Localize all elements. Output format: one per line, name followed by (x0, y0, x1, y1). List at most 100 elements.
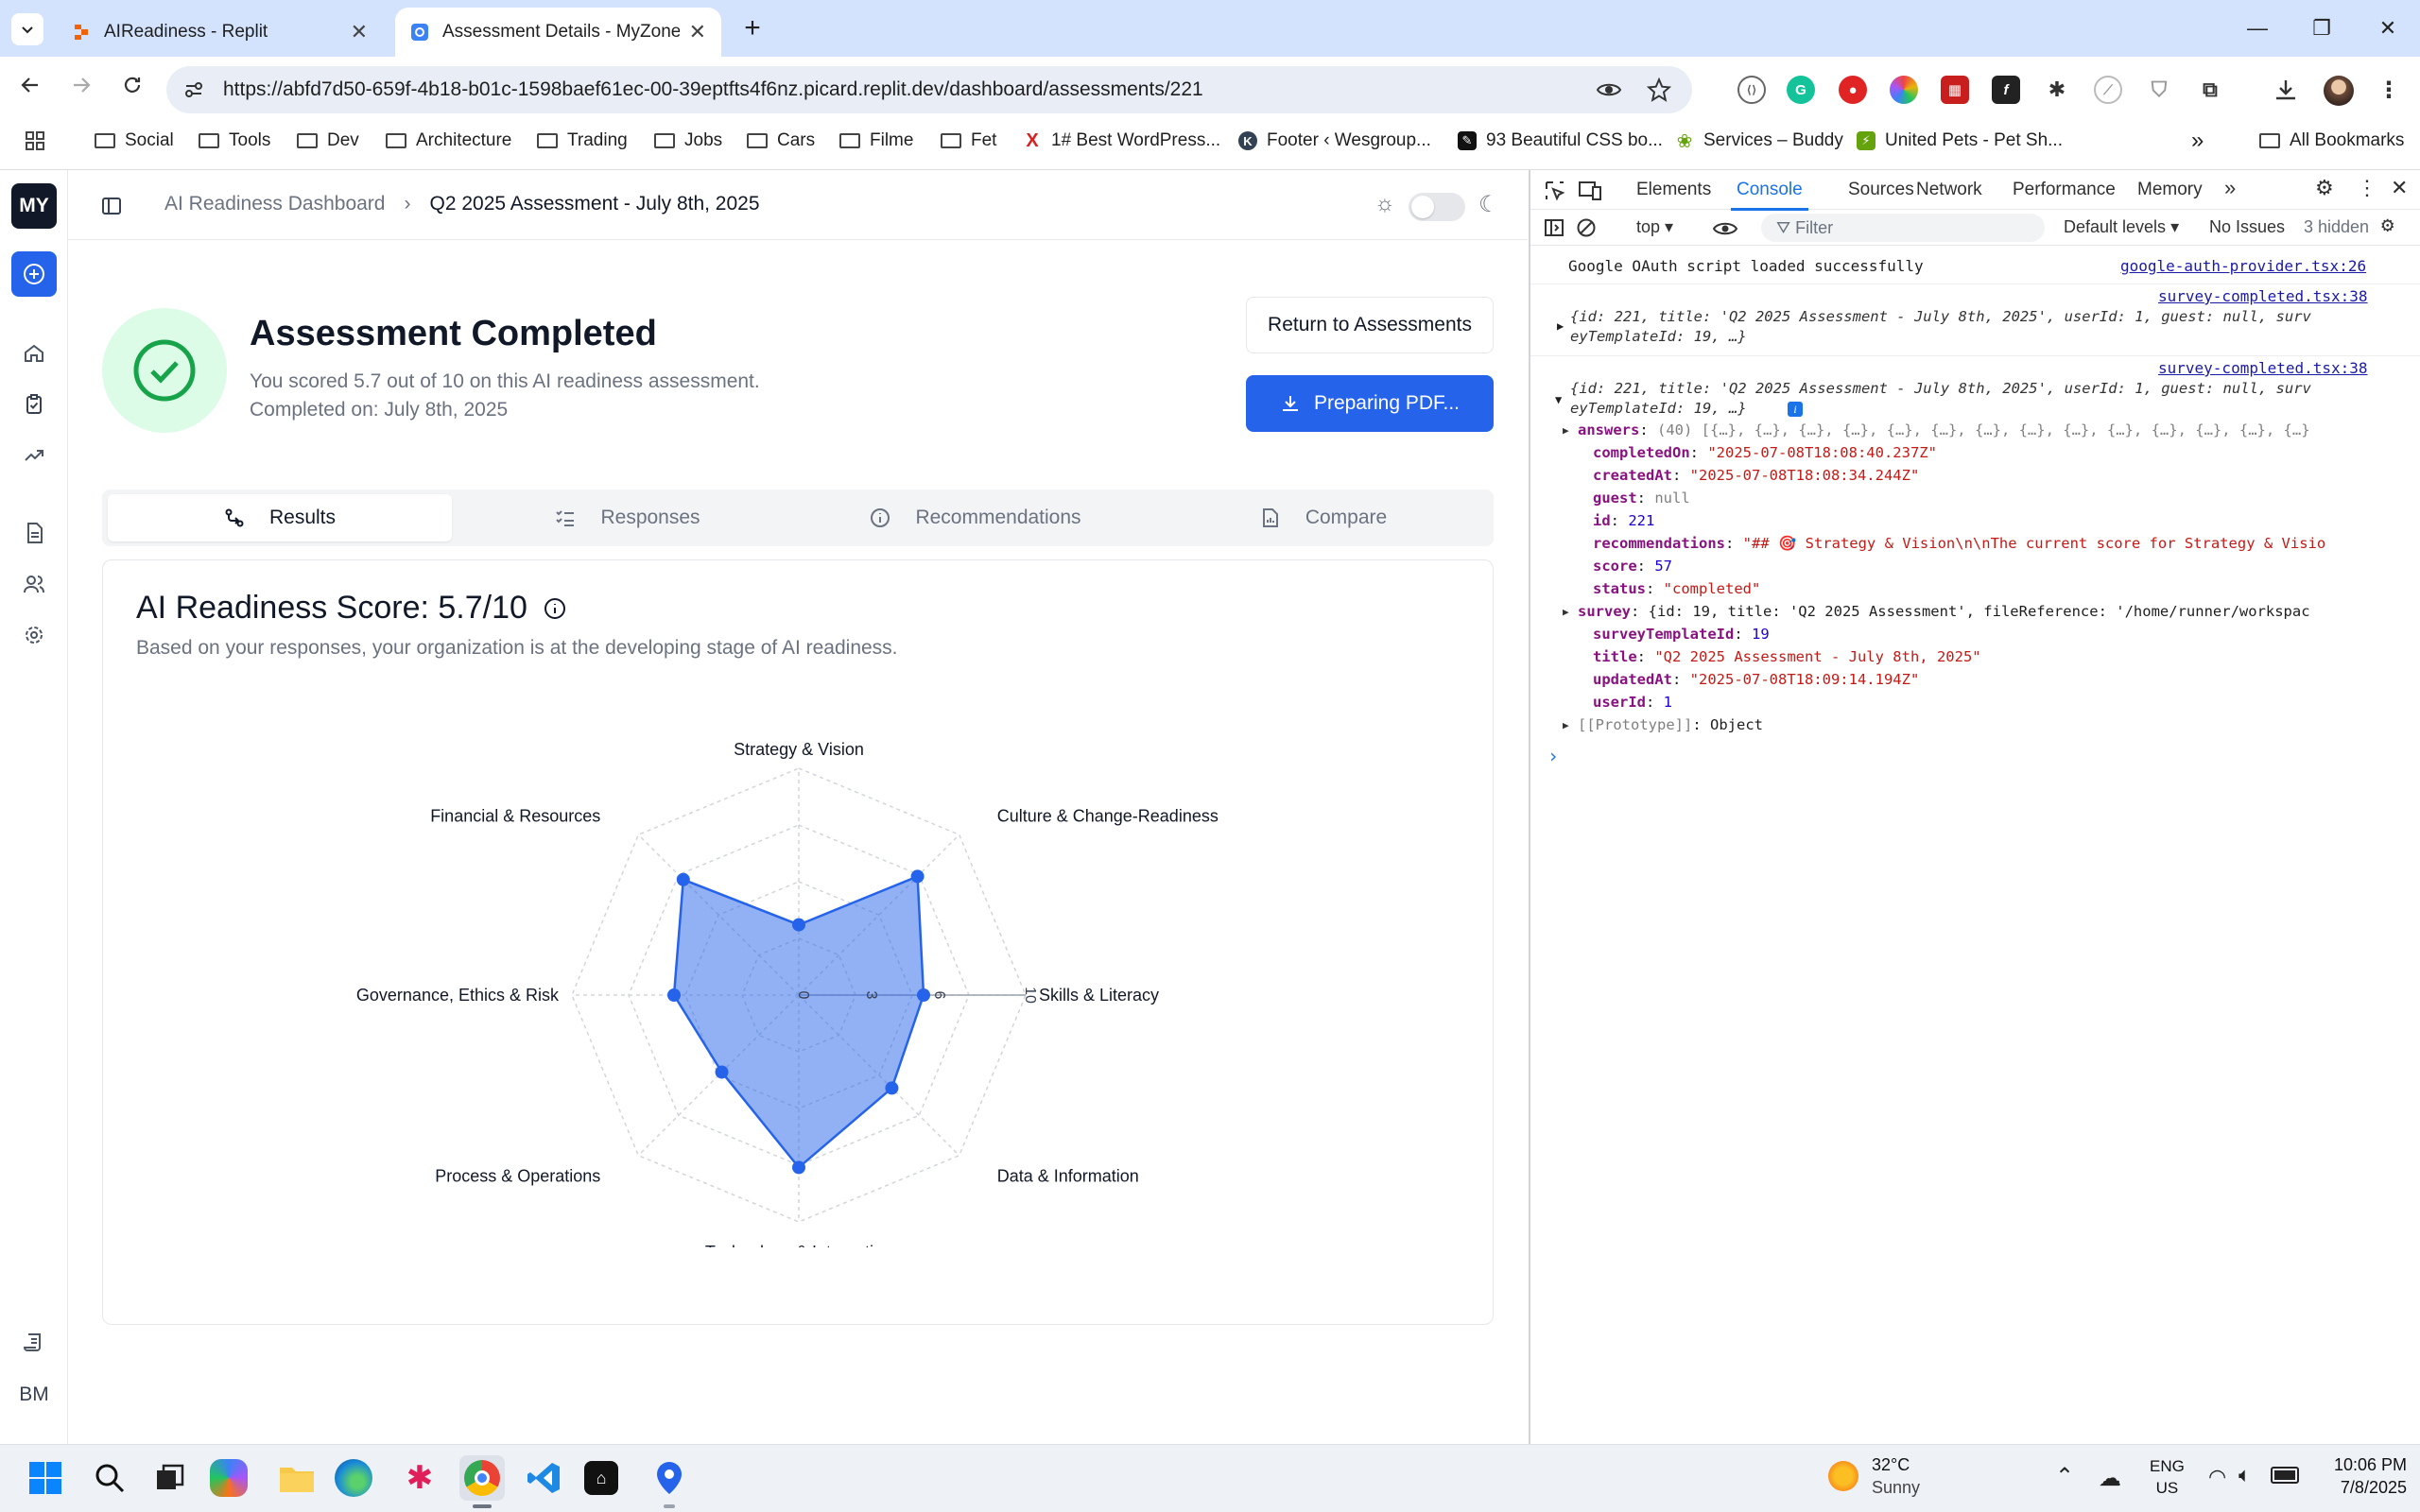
close-tab-icon[interactable]: ✕ (351, 20, 368, 44)
bookmark-star-icon[interactable] (1647, 77, 1671, 102)
devtools-settings-icon[interactable]: ⚙ (2315, 176, 2334, 200)
log-source-link[interactable]: survey-completed.tsx:38 (2158, 287, 2368, 305)
tab-compare[interactable]: Compare (1151, 494, 1495, 541)
console-property-row[interactable]: updatedAt: "2025-07-08T18:09:14.194Z" (1593, 671, 1919, 688)
expand-arrow-icon[interactable]: ▶ (1557, 319, 1564, 333)
extension-icon-puzzle[interactable]: ▦ (1941, 76, 1969, 104)
console-property-row[interactable]: createdAt: "2025-07-08T18:08:34.244Z" (1593, 467, 1919, 484)
restore-button[interactable]: ❐ (2303, 9, 2341, 47)
close-tab-icon[interactable]: ✕ (689, 20, 706, 44)
breadcrumb-root-link[interactable]: AI Readiness Dashboard (164, 193, 385, 215)
bookmark-buddy[interactable]: ❀ Services – Buddy (1675, 127, 1843, 155)
device-toolbar-icon[interactable] (1578, 180, 1602, 202)
bookmark-folder-trading[interactable]: Trading (537, 127, 628, 155)
theme-toggle[interactable] (1409, 193, 1465, 221)
tab-responses[interactable]: Responses (456, 494, 800, 541)
devtools-tab-console[interactable]: Console (1737, 180, 1803, 200)
devtools-menu-icon[interactable]: ⋮ (2357, 176, 2377, 200)
extension-icon-fx[interactable]: f (1992, 76, 2020, 104)
console-prompt[interactable]: › (1547, 745, 1559, 767)
shield-icon[interactable]: ⛉ (2145, 76, 2173, 104)
back-button[interactable] (13, 68, 47, 102)
radar-data-point[interactable] (885, 1081, 899, 1095)
bookmark-folder-tools[interactable]: Tools (199, 127, 270, 155)
tab-recommendations[interactable]: Recommendations (804, 494, 1148, 541)
maps-pin-icon[interactable] (647, 1455, 692, 1501)
chrome-icon[interactable] (459, 1455, 505, 1501)
terminal-app-icon[interactable]: ⌂ (584, 1461, 618, 1495)
browser-tab-replit[interactable]: AIReadiness - Replit ✕ (57, 8, 383, 57)
weather-icon[interactable] (1828, 1461, 1858, 1491)
sidebar-item-users[interactable] (17, 567, 51, 601)
bookmark-folder-architecture[interactable]: Architecture (386, 127, 511, 155)
task-view-button[interactable] (147, 1455, 193, 1501)
bookmark-folder-cars[interactable]: Cars (747, 127, 815, 155)
bookmark-folder-social[interactable]: Social (95, 127, 174, 155)
bookmark-footer[interactable]: K Footer ‹ Wesgroup... (1238, 127, 1431, 155)
radar-data-point[interactable] (792, 1160, 805, 1175)
console-property-row[interactable]: ▶ [[Prototype]]: Object (1563, 716, 1763, 733)
clock-date[interactable]: 7/8/2025 (2322, 1478, 2407, 1498)
console-filter-input[interactable]: ⛛ Filter (1761, 214, 2045, 242)
clock-time[interactable]: 10:06 PM (2322, 1455, 2407, 1475)
address-bar[interactable]: https://abfd7d50-659f-4b18-b01c-1598baef… (166, 66, 1692, 113)
bookmark-folder-filme[interactable]: Filme (839, 127, 913, 155)
info-icon[interactable] (543, 596, 567, 621)
issues-count[interactable]: No Issues (2209, 217, 2285, 237)
edge-icon[interactable] (335, 1459, 372, 1497)
sidebar-item-trends[interactable] (17, 438, 51, 472)
forward-button[interactable] (64, 68, 98, 102)
search-button[interactable] (87, 1455, 132, 1501)
collapse-arrow-icon[interactable]: ▼ (1555, 393, 1562, 406)
vscode-icon[interactable] (522, 1455, 567, 1501)
extension-icon-color[interactable] (1890, 76, 1918, 104)
console-settings-icon[interactable]: ⚙ (2381, 214, 2394, 237)
more-menu-icon[interactable]: ⋮ (2375, 76, 2403, 104)
eye-icon[interactable] (1596, 79, 1622, 100)
expand-arrow-icon[interactable]: ▶ (1563, 606, 1569, 618)
devtools-tab-network[interactable]: Network (1916, 180, 1982, 200)
log-source-link[interactable]: google-auth-provider.tsx:26 (2120, 257, 2366, 275)
app-logo[interactable]: MY (11, 183, 57, 229)
profile-avatar[interactable] (2324, 76, 2354, 106)
return-to-assessments-button[interactable]: Return to Assessments (1246, 297, 1494, 353)
sidebar-item-settings[interactable] (17, 618, 51, 652)
radar-data-point[interactable] (667, 988, 681, 1002)
volume-icon[interactable]: 🔈︎ (2238, 1463, 2251, 1487)
log-levels-dropdown[interactable]: Default levels ▾ (2064, 217, 2179, 237)
clear-console-icon[interactable] (1576, 217, 1597, 238)
all-bookmarks-folder[interactable]: All Bookmarks (2259, 127, 2404, 155)
console-property-row[interactable]: guest: null (1593, 490, 1690, 507)
console-property-row[interactable]: score: 57 (1593, 558, 1672, 575)
inspect-element-icon[interactable] (1544, 180, 1566, 202)
sidebar-toggle-button[interactable] (96, 191, 127, 221)
reload-button[interactable] (115, 68, 149, 102)
close-devtools-icon[interactable]: ✕ (2391, 176, 2408, 200)
radar-data-point[interactable] (715, 1065, 729, 1079)
start-button[interactable] (23, 1455, 68, 1501)
console-property-row[interactable]: title: "Q2 2025 Assessment - July 8th, 2… (1593, 648, 1981, 665)
expand-arrow-icon[interactable]: ▶ (1563, 719, 1569, 731)
sidebar-item-home[interactable] (17, 336, 51, 370)
console-property-row[interactable]: completedOn: "2025-07-08T18:08:40.237Z" (1593, 444, 1937, 461)
battery-icon[interactable] (2271, 1467, 2299, 1484)
chevron-up-icon[interactable]: ⌃ (2055, 1463, 2074, 1490)
devtools-tab-memory[interactable]: Memory (2137, 180, 2203, 200)
tab-results[interactable]: Results (108, 494, 452, 541)
devtools-tab-performance[interactable]: Performance (2013, 180, 2116, 200)
file-explorer-icon[interactable] (274, 1455, 320, 1501)
sidebar-item-logs[interactable] (17, 1325, 51, 1359)
close-window-button[interactable]: ✕ (2369, 9, 2407, 47)
language-indicator[interactable]: ENG US (2150, 1455, 2185, 1499)
context-selector[interactable]: top ▾ (1636, 217, 1673, 237)
bug-icon[interactable]: ✱ (2043, 76, 2071, 104)
devtools-tab-elements[interactable]: Elements (1636, 180, 1711, 200)
extensions-puzzle-icon[interactable]: ⧉ (2196, 76, 2224, 104)
browser-tab-assessment[interactable]: Assessment Details - MyZone A ✕ (395, 8, 721, 57)
sidebar-item-assessments[interactable] (17, 387, 51, 421)
wifi-icon[interactable]: ◠ (2208, 1465, 2226, 1489)
grammarly-icon[interactable]: G (1787, 76, 1815, 104)
live-expression-eye-icon[interactable] (1712, 219, 1738, 238)
bookmark-css[interactable]: ✎ 93 Beautiful CSS bo... (1458, 127, 1663, 155)
apps-grid-icon[interactable] (25, 127, 45, 155)
